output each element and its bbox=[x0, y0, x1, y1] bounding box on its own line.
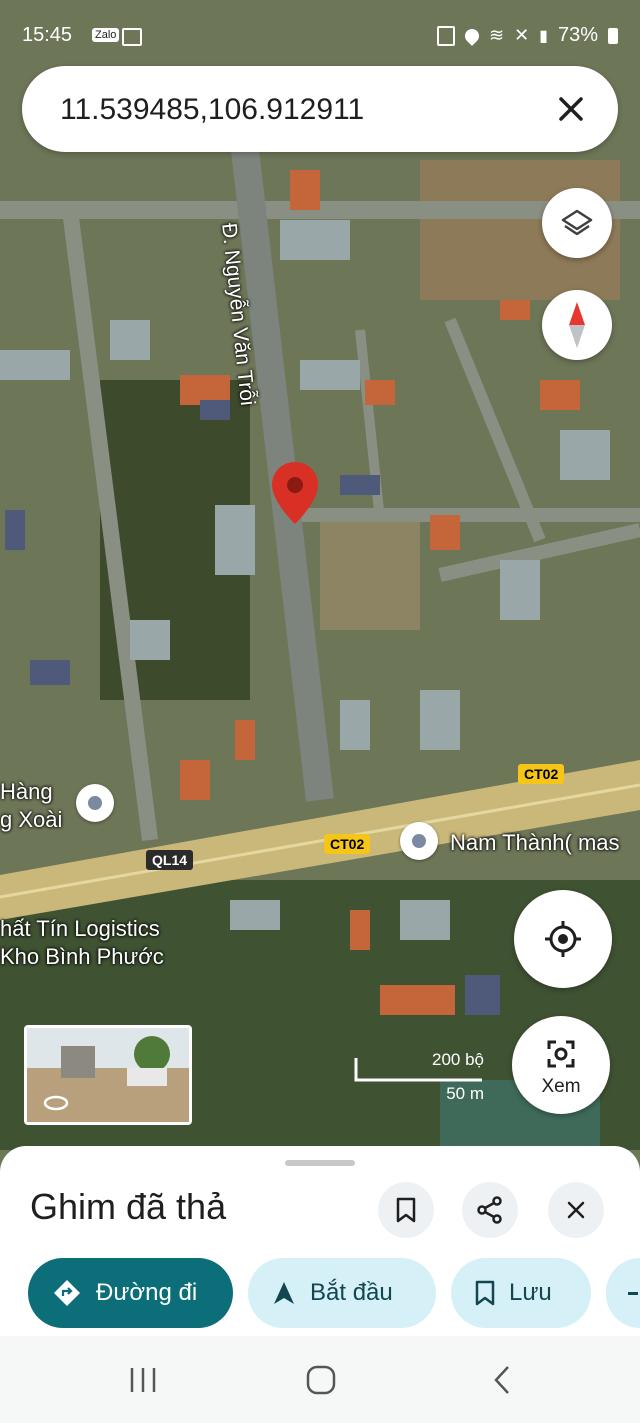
search-input[interactable] bbox=[58, 84, 532, 136]
road-shield-ct02: CT02 bbox=[324, 834, 371, 854]
start-button[interactable]: Bắt đầu bbox=[248, 1258, 436, 1328]
road-shield-ct02: CT02 bbox=[518, 764, 565, 784]
wifi-icon: ≋ bbox=[488, 25, 505, 45]
place-label[interactable]: Hàng g Xoài bbox=[0, 778, 62, 834]
directions-label: Đường đi bbox=[96, 1279, 198, 1306]
save-button[interactable] bbox=[378, 1182, 434, 1238]
directions-button[interactable]: Đường đi bbox=[28, 1258, 233, 1328]
place-sheet[interactable]: Ghim đã thả Đường đi Bắt đầu Lưu bbox=[0, 1146, 640, 1336]
lens-icon bbox=[547, 1040, 575, 1068]
scale-bar: 200 bộ 50 m bbox=[354, 1050, 484, 1106]
my-location-button[interactable] bbox=[514, 890, 612, 988]
place-dot-icon bbox=[88, 796, 102, 810]
satellite-map[interactable]: Đ. Nguyễn Văn Trỗi CT02 CT02 QL14 Hàng g… bbox=[0, 0, 640, 1150]
save-chip[interactable]: Lưu bbox=[451, 1258, 591, 1328]
place-label[interactable]: hất Tín Logistics Kho Bình Phước bbox=[0, 915, 164, 971]
place-dot-icon bbox=[412, 834, 426, 848]
layers-icon bbox=[561, 209, 593, 236]
street-view-thumbnail[interactable] bbox=[24, 1025, 192, 1125]
place-label[interactable]: Nam Thành( mas bbox=[450, 830, 620, 856]
location-icon bbox=[462, 25, 482, 46]
place-marker[interactable] bbox=[400, 822, 438, 860]
recent-apps-icon[interactable] bbox=[128, 1366, 158, 1394]
scale-line bbox=[354, 1058, 482, 1082]
sheet-drag-handle[interactable] bbox=[285, 1160, 355, 1166]
mute-icon: ✕ bbox=[514, 25, 530, 45]
compass-icon bbox=[569, 302, 585, 348]
navigation-arrow-icon bbox=[274, 1282, 294, 1304]
more-chip[interactable] bbox=[606, 1258, 640, 1328]
close-icon bbox=[567, 1201, 585, 1219]
status-time: 15:45 bbox=[22, 24, 73, 46]
back-icon[interactable] bbox=[490, 1364, 514, 1396]
start-label: Bắt đầu bbox=[310, 1279, 393, 1306]
dropped-pin-icon[interactable] bbox=[270, 460, 320, 526]
status-icons: ≋ ✕ ▮ 73% bbox=[436, 24, 618, 47]
battery-icon bbox=[608, 27, 618, 44]
scale-metric: 50 m bbox=[446, 1084, 484, 1103]
close-icon[interactable] bbox=[552, 90, 590, 128]
signal-icon: ▮ bbox=[539, 27, 548, 45]
home-icon[interactable] bbox=[305, 1364, 337, 1396]
bookmark-icon bbox=[396, 1197, 416, 1223]
compass-button[interactable] bbox=[542, 290, 612, 360]
sheet-title: Ghim đã thả bbox=[30, 1186, 227, 1227]
share-button[interactable] bbox=[462, 1182, 518, 1238]
bookmark-icon bbox=[475, 1280, 495, 1306]
share-icon bbox=[477, 1196, 502, 1224]
search-bar[interactable] bbox=[22, 66, 618, 152]
zalo-notification-icon: Zalo bbox=[92, 28, 120, 42]
battery-percent: 73% bbox=[557, 24, 598, 46]
share-icon bbox=[628, 1291, 638, 1295]
road-shield-ql14: QL14 bbox=[146, 850, 194, 870]
layers-button[interactable] bbox=[542, 188, 612, 258]
save-label: Lưu bbox=[509, 1279, 552, 1306]
crosshair-icon bbox=[545, 921, 581, 957]
directions-icon bbox=[54, 1280, 80, 1306]
lens-view-label: Xem bbox=[541, 1076, 581, 1097]
lens-view-button[interactable]: Xem bbox=[512, 1016, 610, 1114]
place-marker[interactable] bbox=[76, 784, 114, 822]
gallery-notification-icon bbox=[122, 28, 142, 46]
close-sheet-button[interactable] bbox=[548, 1182, 604, 1238]
status-bar: 15:45 Zalo ≋ ✕ ▮ 73% bbox=[0, 0, 640, 72]
lock-icon bbox=[436, 25, 455, 46]
system-nav-bar bbox=[0, 1336, 640, 1423]
rotate-360-icon bbox=[43, 1095, 69, 1111]
